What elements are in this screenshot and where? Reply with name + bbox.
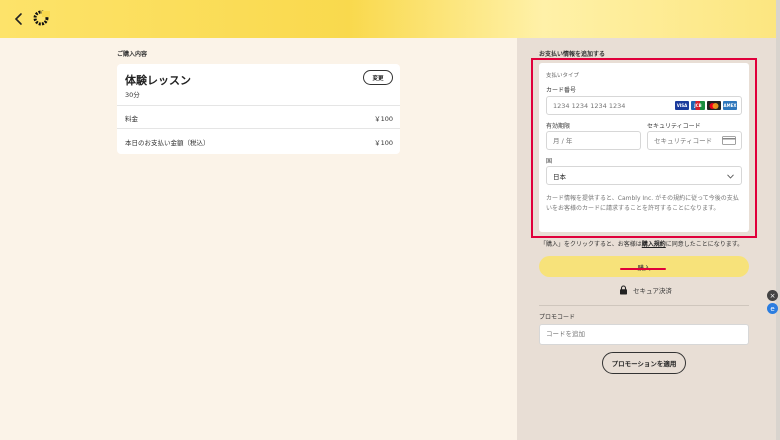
lesson-duration: 30分 [125, 91, 140, 99]
purchase-terms-link[interactable]: 購入規約 [642, 241, 666, 248]
payment-section-label: お支払い情報を追加する [539, 51, 606, 58]
country-select[interactable]: 日本 [546, 166, 742, 185]
secure-payment-label: セキュア決済 [633, 287, 672, 295]
promo-code-input[interactable] [539, 324, 749, 345]
cambly-logo-icon[interactable] [32, 9, 50, 27]
extension-icon[interactable]: e [767, 303, 778, 314]
scrollbar[interactable] [776, 0, 780, 440]
total-row: 本日のお支払い金額（税込） ￥100 [125, 137, 393, 147]
total-label: 本日のお支払い金額（税込） [125, 139, 210, 147]
jcb-icon: JCB [691, 101, 705, 110]
payment-type-label: 支払いタイプ [546, 73, 580, 79]
divider [539, 305, 749, 306]
promo-code-label: プロモコード [539, 314, 576, 321]
lesson-title: 体験レッスン [125, 74, 191, 87]
top-banner [0, 0, 776, 38]
card-cvc-icon [722, 136, 736, 145]
lesson-card: 体験レッスン 30分 変更 料金 ￥100 本日のお支払い金額（税込） ￥100 [117, 64, 400, 154]
fee-value: ￥100 [374, 115, 393, 123]
visa-icon: VISA [675, 101, 689, 110]
expiry-input[interactable] [546, 131, 641, 150]
divider [117, 105, 400, 106]
change-button[interactable]: 変更 [363, 70, 393, 85]
close-icon[interactable]: × [767, 290, 778, 301]
country-label: 国 [546, 158, 553, 165]
chevron-down-icon [727, 174, 734, 179]
purchase-note-text: 「購入」をクリックすると、お客様は [540, 241, 642, 248]
mastercard-icon [707, 101, 721, 110]
country-value: 日本 [553, 172, 566, 181]
fee-label: 料金 [125, 115, 138, 123]
lock-icon [620, 285, 627, 295]
divider [117, 128, 400, 129]
buy-annotation-underline [620, 268, 666, 270]
expiry-label: 有効期限 [546, 123, 571, 130]
cvc-label: セキュリティコード [647, 123, 701, 130]
order-section-label: ご購入内容 [117, 51, 148, 58]
card-consent-text: カード情報を提供すると、Cambly Inc. がその規約に従って今後の支払いを… [546, 195, 739, 212]
buy-button[interactable]: 購入 [539, 256, 749, 277]
apply-promo-button[interactable]: プロモーションを適用 [602, 352, 686, 374]
total-value: ￥100 [374, 139, 393, 147]
purchase-note-text: に同意したことになります。 [665, 241, 744, 248]
back-arrow-icon[interactable] [12, 11, 26, 27]
card-number-label: カード番号 [546, 87, 577, 94]
secure-payment: セキュア決済 [619, 285, 672, 295]
amex-icon: AMEX [723, 101, 737, 110]
fee-row: 料金 ￥100 [125, 113, 393, 123]
purchase-terms-note: 「購入」をクリックすると、お客様は購入規約に同意したことになります。 [540, 239, 760, 248]
